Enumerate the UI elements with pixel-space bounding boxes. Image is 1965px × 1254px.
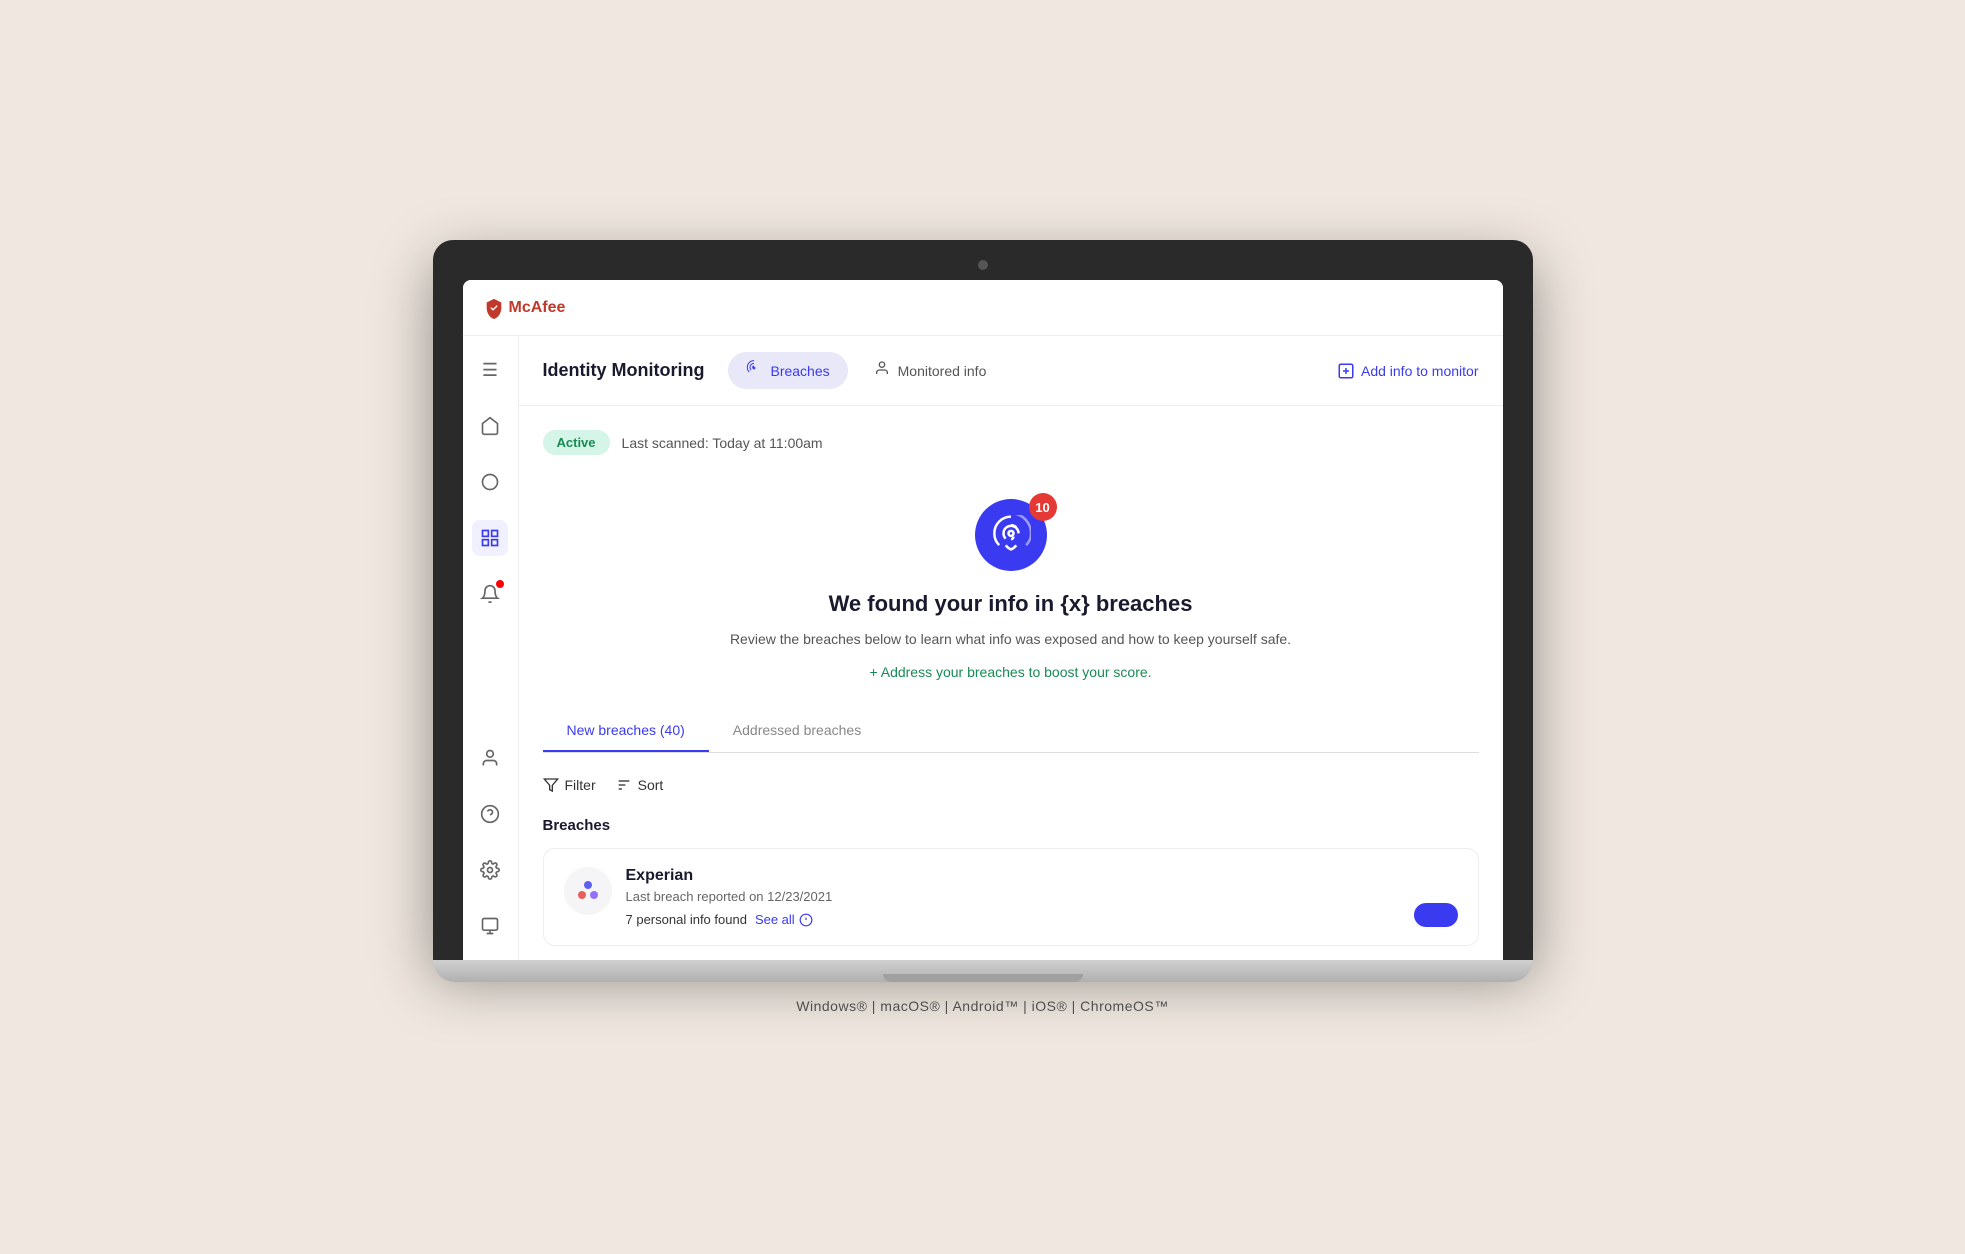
person-tab-icon — [874, 360, 890, 381]
active-badge: Active — [543, 430, 610, 455]
mcafee-logo: McAfee — [483, 297, 566, 319]
breach-card-experian: Experian Last breach reported on 12/23/2… — [543, 848, 1479, 946]
sidebar-bottom — [472, 740, 508, 944]
footer-text: Windows® | macOS® | Android™ | iOS® | Ch… — [433, 998, 1533, 1014]
sidebar-item-circle[interactable] — [472, 464, 508, 500]
filter-icon — [543, 777, 559, 793]
add-info-label: Add info to monitor — [1361, 363, 1479, 379]
breach-hero: 10 We found your info in {x} breaches Re… — [543, 483, 1479, 710]
breach-headline: We found your info in {x} breaches — [543, 591, 1479, 617]
breach-tabs: New breaches (40) Addressed breaches — [543, 710, 1479, 753]
tab-breaches[interactable]: Breaches — [728, 352, 847, 389]
see-all-label: See all — [755, 912, 795, 927]
content-body: Active Last scanned: Today at 11:00am — [519, 406, 1503, 960]
experian-logo-svg — [568, 871, 608, 911]
topbar: McAfee — [463, 280, 1503, 336]
plus-icon — [1337, 362, 1355, 380]
breach-info-experian: Experian Last breach reported on 12/23/2… — [626, 867, 1458, 927]
fingerprint-tab-icon — [746, 360, 762, 381]
laptop-camera — [978, 260, 988, 270]
main-layout: ☰ — [463, 336, 1503, 960]
logo-text: McAfee — [509, 299, 566, 317]
tab-breaches-label: Breaches — [770, 363, 829, 379]
content-area: Identity Monitoring — [519, 336, 1503, 960]
app-container: McAfee ☰ — [463, 280, 1503, 960]
experian-company-name: Experian — [626, 867, 1458, 885]
sort-button[interactable]: Sort — [616, 773, 664, 797]
experian-see-all-link[interactable]: See all — [755, 912, 813, 927]
tab-monitored-info[interactable]: Monitored info — [856, 352, 1005, 389]
mcafee-shield-icon — [483, 297, 505, 319]
filter-sort-bar: Filter Sort — [543, 773, 1479, 797]
breaches-section: Breaches — [543, 817, 1479, 946]
sidebar-item-help[interactable] — [472, 796, 508, 832]
boost-score-link[interactable]: + Address your breaches to boost your sc… — [869, 664, 1151, 680]
filter-button[interactable]: Filter — [543, 773, 596, 797]
breach-tab-new-label: New breaches (40) — [567, 722, 685, 738]
laptop-base — [433, 960, 1533, 982]
page-title: Identity Monitoring — [543, 360, 705, 381]
breach-subtext: Review the breaches below to learn what … — [543, 629, 1479, 650]
experian-breach-date: Last breach reported on 12/23/2021 — [626, 889, 1458, 904]
experian-logo — [564, 867, 612, 915]
fingerprint-icon-wrapper: 10 — [975, 499, 1047, 571]
circle-info-icon — [799, 913, 813, 927]
fingerprint-icon — [991, 515, 1031, 555]
sort-icon — [616, 777, 632, 793]
sidebar-item-menu[interactable]: ☰ — [472, 352, 508, 388]
sidebar-item-settings[interactable] — [472, 852, 508, 888]
experian-action-button[interactable] — [1414, 903, 1458, 927]
sidebar-item-feedback[interactable] — [472, 908, 508, 944]
last-scanned-text: Last scanned: Today at 11:00am — [622, 435, 823, 451]
sidebar-item-home[interactable] — [472, 408, 508, 444]
tabs-container: Breaches Monitored info — [728, 352, 1004, 389]
status-bar: Active Last scanned: Today at 11:00am — [543, 430, 1479, 455]
experian-personal-info: 7 personal info found See all — [626, 912, 1458, 927]
breach-count-badge: 10 — [1029, 493, 1057, 521]
experian-info-count: 7 personal info found — [626, 912, 747, 927]
add-info-button[interactable]: Add info to monitor — [1337, 362, 1479, 380]
sidebar-item-alert[interactable] — [472, 576, 508, 612]
sidebar-item-person[interactable] — [472, 740, 508, 776]
breach-tab-addressed[interactable]: Addressed breaches — [709, 710, 885, 752]
sort-label: Sort — [638, 777, 664, 793]
laptop-screen: McAfee ☰ — [463, 280, 1503, 960]
breaches-section-title: Breaches — [543, 817, 1479, 834]
breach-tab-new[interactable]: New breaches (40) — [543, 710, 709, 752]
sidebar: ☰ — [463, 336, 519, 960]
breach-tab-addressed-label: Addressed breaches — [733, 722, 861, 738]
tab-monitored-label: Monitored info — [898, 363, 987, 379]
filter-label: Filter — [565, 777, 596, 793]
content-header: Identity Monitoring — [519, 336, 1503, 406]
sidebar-item-grid[interactable] — [472, 520, 508, 556]
